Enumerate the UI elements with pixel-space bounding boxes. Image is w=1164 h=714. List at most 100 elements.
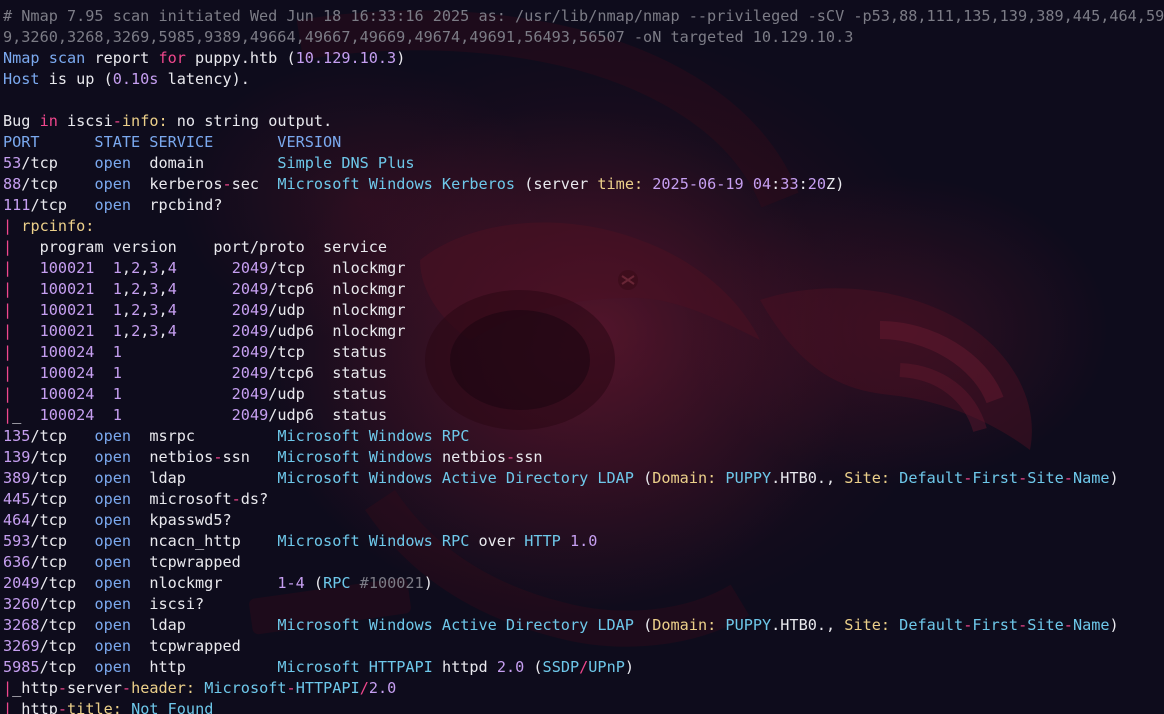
- terminal-text-segment: |: [3, 406, 13, 424]
- terminal-text-segment: 100024: [39, 343, 95, 361]
- terminal-text-segment: 2049: [231, 364, 269, 382]
- terminal-text-segment: |: [3, 679, 13, 697]
- terminal-text-segment: /tcp: [39, 658, 95, 676]
- terminal-text-segment: Site:: [844, 469, 891, 487]
- terminal-text-segment: -: [1063, 469, 1073, 487]
- terminal-text-segment: -: [286, 679, 296, 697]
- terminal-text-segment: -: [963, 616, 973, 634]
- terminal-text-segment: 1: [112, 301, 122, 319]
- terminal-text-segment: domain: [131, 154, 278, 172]
- terminal-text-segment: header:: [131, 679, 196, 697]
- terminal-text-segment: /tcp: [30, 511, 95, 529]
- terminal-text-segment: open: [94, 553, 132, 571]
- terminal-text-segment: tcpwrapped: [131, 637, 241, 655]
- terminal-text-segment: PUPPY: [725, 616, 772, 634]
- terminal-text-segment: program version port/proto service: [12, 238, 388, 256]
- terminal-text-segment: 1-4: [277, 574, 305, 592]
- terminal-text-segment: 100021: [39, 322, 95, 340]
- terminal-line: 593/tcp open ncacn_http Microsoft Window…: [3, 531, 1164, 552]
- terminal-text-segment: |: [3, 259, 13, 277]
- terminal-text-segment: ): [1109, 469, 1119, 487]
- terminal-text-segment: 2.0: [496, 658, 525, 676]
- terminal-text-segment: ncacn_http: [131, 532, 278, 550]
- terminal-text-segment: tcpwrapped: [131, 553, 241, 571]
- terminal-text-segment: 1: [112, 280, 122, 298]
- terminal-text-segment: /tcp6 nlockmgr: [268, 280, 406, 298]
- terminal-text-segment: open: [94, 490, 132, 508]
- terminal-text-segment: microsoft: [131, 490, 232, 508]
- terminal-text-segment: |: [3, 280, 13, 298]
- terminal-line: PORT STATE SERVICE VERSION: [3, 132, 1164, 153]
- terminal-text-segment: First: [972, 616, 1019, 634]
- terminal-text-segment: /tcp6 status: [268, 364, 388, 382]
- terminal-line: 9,3260,3268,3269,5985,9389,49664,49667,4…: [3, 27, 1164, 48]
- terminal-text-segment: /udp6 status: [268, 406, 388, 424]
- terminal-text-segment: |: [3, 217, 22, 235]
- terminal-text-segment: 2: [131, 280, 141, 298]
- terminal-text-segment: ,: [121, 322, 132, 340]
- terminal-text-segment: |: [3, 238, 13, 256]
- terminal-text-segment: ds?: [240, 490, 269, 508]
- terminal-text-segment: Microsoft Windows RPC: [277, 532, 470, 550]
- terminal-line: | http-title: Not Found: [3, 699, 1164, 714]
- terminal-text-segment: 1: [112, 343, 122, 361]
- terminal-text-segment: 9,3260,3268,3269,5985,9389,49664,49667,4…: [3, 28, 854, 46]
- terminal-text-segment: 2: [131, 301, 141, 319]
- terminal-text-segment: Default: [899, 616, 964, 634]
- terminal-window[interactable]: # Nmap 7.95 scan initiated Wed Jun 18 16…: [0, 0, 1164, 714]
- terminal-text-segment: 135: [3, 427, 31, 445]
- terminal-text-segment: 3260: [3, 595, 40, 613]
- terminal-text-segment: rpcbind?: [131, 196, 223, 214]
- terminal-text-segment: open: [94, 427, 132, 445]
- terminal-line: | program version port/proto service: [3, 237, 1164, 258]
- terminal-text-segment: /: [359, 679, 369, 697]
- terminal-text-segment: msrpc: [131, 427, 278, 445]
- terminal-line: 53/tcp open domain Simple DNS Plus: [3, 153, 1164, 174]
- terminal-text-segment: -: [231, 490, 241, 508]
- terminal-text-segment: latency).: [158, 70, 250, 88]
- terminal-text-segment: 2049: [231, 280, 269, 298]
- terminal-text-segment: .HTB0.,: [771, 469, 845, 487]
- terminal-text-segment: /udp status: [268, 385, 388, 403]
- terminal-text-segment: 1: [112, 322, 122, 340]
- terminal-text-segment: 0.10s: [112, 70, 159, 88]
- terminal-text-segment: over: [469, 532, 525, 550]
- terminal-text-segment: 464: [3, 511, 31, 529]
- terminal-text-segment: 3268: [3, 616, 40, 634]
- terminal-text-segment: 2: [131, 259, 141, 277]
- terminal-text-segment: 100021: [39, 301, 95, 319]
- terminal-text-segment: -: [121, 679, 132, 697]
- terminal-text-segment: /tcp: [30, 196, 95, 214]
- terminal-text-segment: netbios: [432, 448, 506, 466]
- terminal-text-segment: kerberos: [131, 175, 223, 193]
- terminal-output: # Nmap 7.95 scan initiated Wed Jun 18 16…: [3, 6, 1164, 714]
- terminal-text-segment: HTTPAPI: [295, 679, 360, 697]
- terminal-text-segment: -: [222, 175, 232, 193]
- terminal-text-segment: #100021: [359, 574, 424, 592]
- terminal-line: Bug in iscsi-info: no string output.: [3, 111, 1164, 132]
- terminal-text-segment: no string output.: [167, 112, 333, 130]
- terminal-text-segment: for: [158, 49, 186, 67]
- terminal-text-segment: ): [624, 658, 635, 676]
- terminal-text-segment: 20: [807, 175, 827, 193]
- terminal-text-segment: 3: [149, 280, 159, 298]
- terminal-text-segment: iscsi: [57, 112, 113, 130]
- terminal-text-segment: 1: [112, 406, 122, 424]
- terminal-text-segment: 2049: [231, 259, 269, 277]
- terminal-text-segment: 445: [3, 490, 31, 508]
- terminal-line: | 100021 1,2,3,4 2049/udp nlockmgr: [3, 300, 1164, 321]
- terminal-text-segment: (: [524, 658, 543, 676]
- terminal-text-segment: ldap: [131, 469, 278, 487]
- terminal-text-segment: 111: [3, 196, 31, 214]
- terminal-text-segment: 593: [3, 532, 31, 550]
- terminal-text-segment: ldap: [131, 616, 278, 634]
